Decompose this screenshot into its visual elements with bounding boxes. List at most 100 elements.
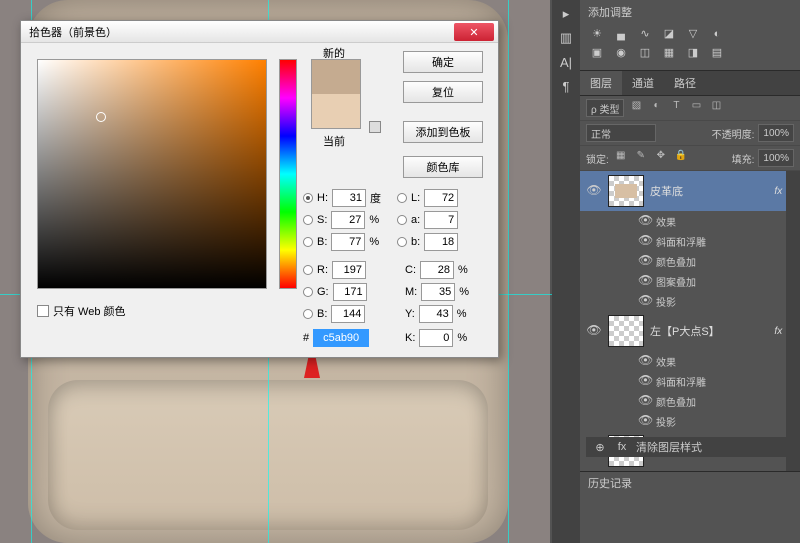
history-panel: 历史记录 (580, 471, 800, 494)
c-row: C: 28 % (405, 261, 468, 279)
layer-item[interactable]: 👁 皮革底 fx ▾ (580, 171, 800, 211)
curves-icon[interactable]: ∿ (636, 26, 654, 41)
panel-tabs: 图层 通道 路径 (580, 71, 800, 96)
layer-name: 皮革底 (650, 183, 683, 199)
paragraph-icon[interactable]: ¶ (555, 75, 577, 97)
current-color-swatch[interactable] (312, 94, 360, 128)
tab-layers[interactable]: 图层 (580, 71, 622, 95)
fx-line[interactable]: 👁效果 (580, 351, 800, 371)
fx-line[interactable]: 👁颜色叠加 (580, 251, 800, 271)
k-input[interactable]: 0 (419, 329, 453, 347)
hex-input[interactable]: c5ab90 (313, 329, 369, 347)
opacity-input[interactable]: 100% (758, 124, 794, 142)
web-colors-checkbox[interactable]: 只有 Web 颜色 (37, 303, 126, 319)
lock-transparent-icon[interactable]: ▦ (613, 150, 629, 166)
lb-radio[interactable] (397, 237, 407, 247)
fill-label: 填充: (732, 151, 755, 166)
l-radio[interactable] (397, 193, 407, 203)
lock-move-icon[interactable]: ✥ (653, 150, 669, 166)
ok-button[interactable]: 确定 (403, 51, 483, 73)
opacity-label: 不透明度: (712, 126, 755, 141)
reset-button[interactable]: 复位 (403, 81, 483, 103)
a-radio[interactable] (397, 215, 407, 225)
fx-line[interactable]: 👁效果 (580, 211, 800, 231)
c-input[interactable]: 28 (420, 261, 454, 279)
filter-shape-icon[interactable]: ▭ (688, 100, 704, 116)
g-radio[interactable] (303, 287, 313, 297)
bb-radio[interactable] (303, 309, 313, 319)
layer-name: 左【P大点S】 (650, 323, 720, 339)
s-row: S: 27 % (303, 211, 379, 229)
exposure-icon[interactable]: ◪ (660, 26, 678, 41)
b-input[interactable]: 77 (331, 233, 365, 251)
visibility-icon[interactable]: 👁 (586, 183, 602, 199)
color-lookup-icon[interactable]: ▦ (660, 45, 678, 60)
clear-style-label[interactable]: 清除图层样式 (636, 439, 702, 455)
fx-line[interactable]: 👁颜色叠加 (580, 391, 800, 411)
color-field[interactable] (37, 59, 267, 289)
fx-line[interactable]: 👁斜面和浮雕 (580, 231, 800, 251)
hex-prefix: # (303, 332, 309, 344)
fx-line[interactable]: 👁图案叠加 (580, 271, 800, 291)
layer-thumb[interactable] (608, 175, 644, 207)
fx-line[interactable]: 👁斜面和浮雕 (580, 371, 800, 391)
fx-line[interactable]: 👁投影 (580, 411, 800, 431)
lb-input[interactable]: 18 (424, 233, 458, 251)
bb-input[interactable]: 144 (331, 305, 365, 323)
color-marker[interactable] (96, 112, 106, 122)
color-libraries-button[interactable]: 颜色库 (403, 156, 483, 178)
g-input[interactable]: 171 (333, 283, 367, 301)
s-input[interactable]: 27 (331, 211, 365, 229)
blend-mode-select[interactable]: 正常 (586, 124, 656, 142)
b-radio[interactable] (303, 237, 313, 247)
visibility-icon[interactable]: 👁 (586, 323, 602, 339)
panel-tab-icon[interactable]: ▸ (555, 3, 577, 25)
current-label: 当前 (323, 133, 345, 149)
dialog-titlebar[interactable]: 拾色器（前景色） ✕ (21, 21, 498, 43)
kind-select[interactable]: ρ 类型 (586, 99, 624, 117)
vibrance-icon[interactable]: ▽ (684, 26, 702, 41)
panel-toolstrip: ▸ ▥ A| ¶ (552, 0, 580, 543)
tab-channels[interactable]: 通道 (622, 71, 664, 95)
filter-type-icon[interactable]: T (668, 100, 684, 116)
fill-input[interactable]: 100% (758, 149, 794, 167)
fx-icon[interactable]: fx (614, 441, 630, 453)
fx-line[interactable]: 👁投影 (580, 291, 800, 311)
h-row: H: 31 度 (303, 189, 381, 207)
hue-slider[interactable] (279, 59, 297, 289)
scrollbar[interactable] (786, 171, 800, 471)
tab-paths[interactable]: 路径 (664, 71, 706, 95)
a-input[interactable]: 7 (424, 211, 458, 229)
filter-smart-icon[interactable]: ◫ (708, 100, 724, 116)
filter-pixel-icon[interactable]: ▧ (628, 100, 644, 116)
photo-filter-icon[interactable]: ◉ (612, 45, 630, 60)
r-row: R: 197 (303, 261, 366, 279)
invert-icon[interactable]: ◨ (684, 45, 702, 60)
gamut-warning-icon[interactable] (369, 121, 381, 133)
filter-adjust-icon[interactable]: ◐ (648, 100, 664, 116)
add-swatch-button[interactable]: 添加到色板 (403, 121, 483, 143)
link-icon[interactable]: ⊕ (592, 441, 608, 454)
close-button[interactable]: ✕ (454, 23, 494, 41)
channel-mixer-icon[interactable]: ◫ (636, 45, 654, 60)
bw-icon[interactable]: ▣ (588, 45, 606, 60)
layer-thumb[interactable] (608, 315, 644, 347)
s-radio[interactable] (303, 215, 313, 225)
lock-all-icon[interactable]: 🔒 (673, 150, 689, 166)
l-input[interactable]: 72 (424, 189, 458, 207)
m-input[interactable]: 35 (421, 283, 455, 301)
h-input[interactable]: 31 (332, 189, 366, 207)
histogram-icon[interactable]: ▥ (555, 27, 577, 49)
lock-paint-icon[interactable]: ✎ (633, 150, 649, 166)
r-input[interactable]: 197 (332, 261, 366, 279)
y-input[interactable]: 43 (419, 305, 453, 323)
brightness-icon[interactable]: ☀ (588, 26, 606, 41)
text-icon[interactable]: A| (555, 51, 577, 73)
r-radio[interactable] (303, 265, 313, 275)
hue-icon[interactable]: ◐ (708, 26, 726, 41)
h-radio[interactable] (303, 193, 313, 203)
levels-icon[interactable]: ▄ (612, 26, 630, 41)
layer-item[interactable]: 👁 左【P大点S】 fx ▾ (580, 311, 800, 351)
bb-row: B: 144 (303, 305, 365, 323)
posterize-icon[interactable]: ▤ (708, 45, 726, 60)
